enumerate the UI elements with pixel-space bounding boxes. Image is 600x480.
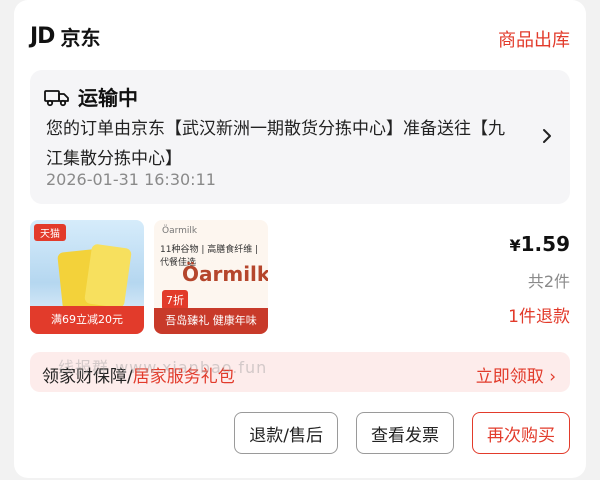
product-brand: Öarmilk (162, 226, 198, 236)
shipping-title-row: 运输中 (44, 82, 138, 111)
shipping-panel[interactable]: 运输中 您的订单由京东【武汉新洲一期散货分拣中心】准备送往【九江集散分拣中心】 … (30, 70, 570, 204)
warranty-highlight: 居家服务礼包 (132, 367, 235, 387)
order-price: ¥1.59 (508, 232, 571, 256)
jd-logo: JD (30, 24, 55, 49)
shipping-status-title: 运输中 (78, 86, 138, 110)
view-invoice-button[interactable]: 查看发票 (356, 412, 454, 454)
price-value: 1.59 (520, 232, 570, 256)
refund-after-sale-button[interactable]: 退款/售后 (234, 412, 338, 454)
product-thumbnails[interactable]: 天猫 满69立减20元 Öarmilk 11种谷物 | 高膳食纤维 | 代餐佳选… (30, 220, 330, 334)
order-status: 商品出库 (498, 30, 570, 51)
shipping-description: 您的订单由京东【武汉新洲一期散货分拣中心】准备送往【九江集散分拣中心】 (46, 119, 505, 169)
buy-again-button[interactable]: 再次购买 (472, 412, 570, 454)
order-card: JD 京东 商品出库 运输中 您的订单由京东【武汉新洲一期散货分拣中心】准备送往… (14, 0, 586, 478)
product-image-2[interactable]: Öarmilk 11种谷物 | 高膳食纤维 | 代餐佳选 Öarmilk 7折 … (154, 220, 268, 334)
refund-status: 1件退款 (508, 307, 570, 327)
claim-label: 立即领取 (475, 367, 544, 387)
store-name: 京东 (60, 26, 101, 50)
warranty-banner[interactable]: 领家财保障/居家服务礼包 立即领取 › (30, 352, 570, 392)
discount-badge: 7折 (162, 290, 188, 310)
promo-label: 满69立减20元 (30, 306, 144, 334)
warranty-text: 领家财保障/居家服务礼包 (42, 362, 235, 387)
order-header: JD 京东 商品出库 (30, 22, 570, 56)
order-actions: 退款/售后 查看发票 再次购买 (234, 412, 570, 456)
truck-icon (44, 87, 70, 107)
shipping-timestamp: 2026-01-31 16:30:11 (46, 170, 216, 189)
order-summary: ¥1.59 共2件 1件退款 (508, 232, 570, 327)
store-tag: 天猫 (34, 224, 66, 241)
claim-link[interactable]: 立即领取 › (476, 362, 556, 387)
product-pack (84, 243, 132, 309)
product-banner: 吾岛臻礼 健康年味 (154, 308, 268, 334)
store-brand[interactable]: JD 京东 (30, 22, 100, 51)
product-logo: Öarmilk (182, 262, 268, 286)
warranty-prefix: 领家财保障/ (42, 367, 133, 387)
product-image-1[interactable]: 天猫 满69立减20元 (30, 220, 144, 334)
chevron-right-icon[interactable] (540, 126, 554, 146)
item-count: 共2件 (527, 272, 570, 291)
chevron-right-icon: › (549, 367, 556, 387)
currency-symbol: ¥ (509, 236, 521, 255)
